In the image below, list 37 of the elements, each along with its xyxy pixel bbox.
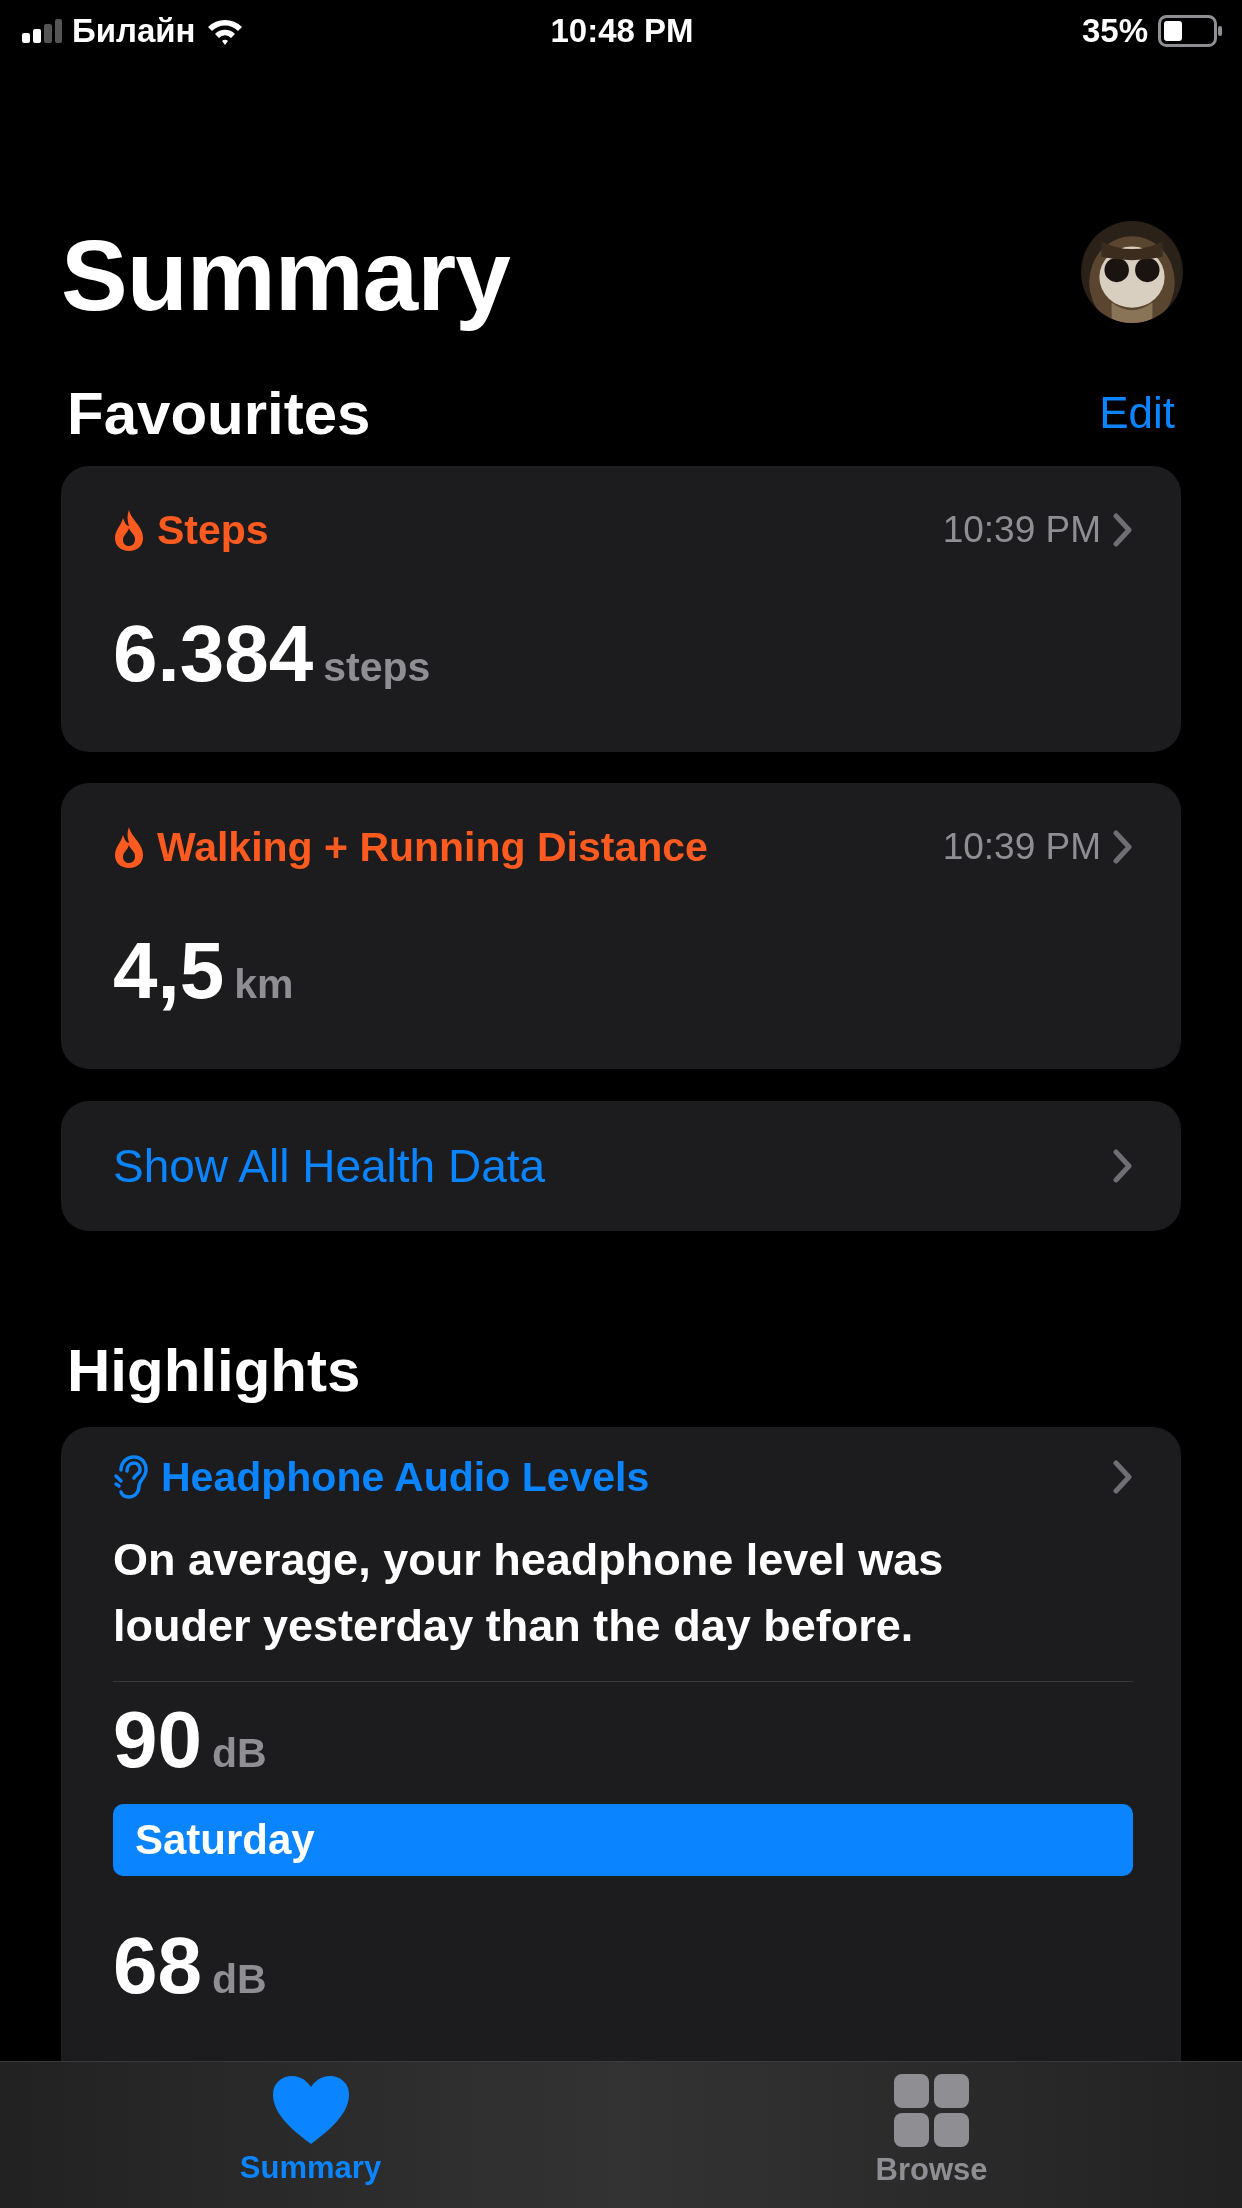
bar-label: Saturday xyxy=(135,1816,315,1864)
show-all-link[interactable]: Show All Health Data xyxy=(61,1101,1181,1231)
tab-item[interactable]: Summary xyxy=(0,2062,621,2208)
level-value: 90 xyxy=(113,1694,202,1786)
grid-icon xyxy=(893,2074,970,2148)
battery-percent: 35% xyxy=(1081,12,1148,50)
heart-icon xyxy=(270,2074,351,2146)
card-time: 10:39 PM xyxy=(942,826,1101,868)
clock-time: 10:48 PM xyxy=(550,12,694,50)
health-card[interactable]: Steps 10:39 PM 6.384 steps xyxy=(61,466,1181,752)
card-title: Headphone Audio Levels xyxy=(161,1453,651,1501)
signal-icon xyxy=(22,19,62,43)
card-unit: km xyxy=(234,961,294,1008)
level-value: 68 xyxy=(113,1920,202,2012)
card-value: 6.384 xyxy=(113,608,314,700)
chevron-icon xyxy=(1113,1460,1133,1494)
tab-item[interactable]: Browse xyxy=(621,2062,1242,2208)
section-heading: Highlights xyxy=(67,1335,361,1405)
health-card[interactable]: Walking + Running Distance 10:39 PM 4,5 km xyxy=(61,783,1181,1069)
section-heading: Favourites xyxy=(67,378,371,448)
chevron-icon xyxy=(1113,1149,1133,1183)
card-title: Walking + Running Distance xyxy=(157,823,709,871)
card-unit: steps xyxy=(323,644,431,691)
level-unit: dB xyxy=(212,1730,267,1777)
carrier-name: Билайн xyxy=(72,12,196,50)
highlight-card[interactable]: Headphone Audio Levels On average, your headphone level was louder yesterday than the day before. 90 dB Saturday 68 dB xyxy=(61,1427,1181,2061)
chevron-icon xyxy=(1113,513,1133,547)
card-time: 10:39 PM xyxy=(942,509,1101,551)
card-title: Steps xyxy=(157,506,270,554)
highlight-text: On average, your headphone level was louder yesterday than the day before. xyxy=(113,1527,1133,1682)
ear-icon xyxy=(113,1454,149,1500)
card-value: 4,5 xyxy=(113,925,225,1017)
level-unit: dB xyxy=(212,1956,267,2003)
edit-link[interactable]: Edit xyxy=(1099,388,1175,438)
battery-icon xyxy=(1158,15,1222,47)
page-title: Summary xyxy=(61,217,510,333)
chevron-icon xyxy=(1113,830,1133,864)
